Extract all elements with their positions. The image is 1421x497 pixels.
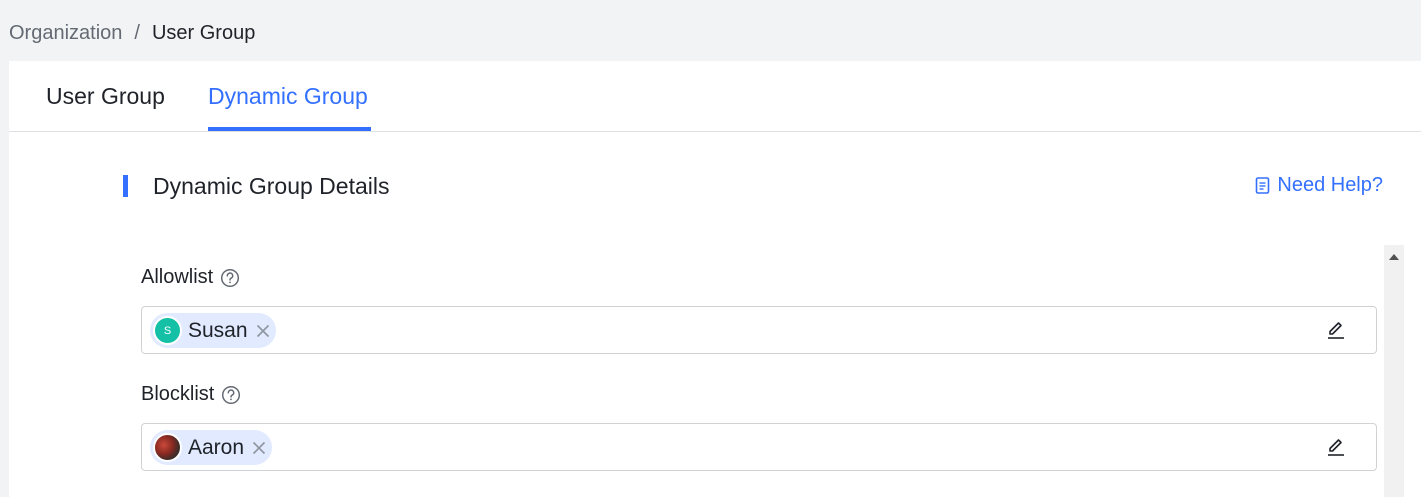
tab-bar: User Group Dynamic Group: [9, 61, 1421, 132]
close-icon[interactable]: [256, 324, 270, 338]
avatar: [153, 433, 182, 462]
avatar: S: [153, 316, 182, 345]
blocklist-label-text: Blocklist: [141, 383, 215, 405]
scroll-up-arrow-icon[interactable]: [1389, 254, 1399, 260]
tab-dynamic-group[interactable]: Dynamic Group: [208, 83, 368, 110]
breadcrumb: Organization / User Group: [9, 22, 255, 45]
close-icon[interactable]: [252, 441, 266, 455]
document-icon: [1256, 177, 1270, 194]
need-help-label: Need Help?: [1277, 174, 1383, 196]
tab-user-group[interactable]: User Group: [46, 83, 165, 110]
chip-name: Aaron: [188, 435, 245, 459]
question-circle-icon[interactable]: [220, 268, 240, 288]
section-title: Dynamic Group Details: [153, 173, 390, 199]
active-tab-indicator: [208, 127, 371, 131]
breadcrumb-parent[interactable]: Organization: [9, 22, 122, 45]
allowlist-label: Allowlist: [141, 266, 240, 289]
blocklist-label: Blocklist: [141, 383, 241, 406]
chip-name: Susan: [188, 318, 248, 342]
allowlist-field[interactable]: S Susan: [141, 306, 1377, 354]
need-help-link[interactable]: Need Help?: [1255, 174, 1383, 197]
allowlist-chip: S Susan: [150, 313, 276, 348]
main-panel: User Group Dynamic Group Dynamic Group D…: [9, 61, 1421, 497]
question-circle-icon[interactable]: [221, 385, 241, 405]
allowlist-label-text: Allowlist: [141, 266, 214, 288]
vertical-scrollbar[interactable]: [1384, 245, 1404, 497]
pencil-icon[interactable]: [1326, 320, 1346, 340]
pencil-icon[interactable]: [1326, 437, 1346, 457]
section-accent-bar: [123, 175, 128, 197]
blocklist-chip: Aaron: [150, 430, 273, 465]
breadcrumb-current: User Group: [151, 22, 256, 44]
breadcrumb-separator: /: [134, 22, 140, 44]
blocklist-field[interactable]: Aaron: [141, 423, 1377, 471]
